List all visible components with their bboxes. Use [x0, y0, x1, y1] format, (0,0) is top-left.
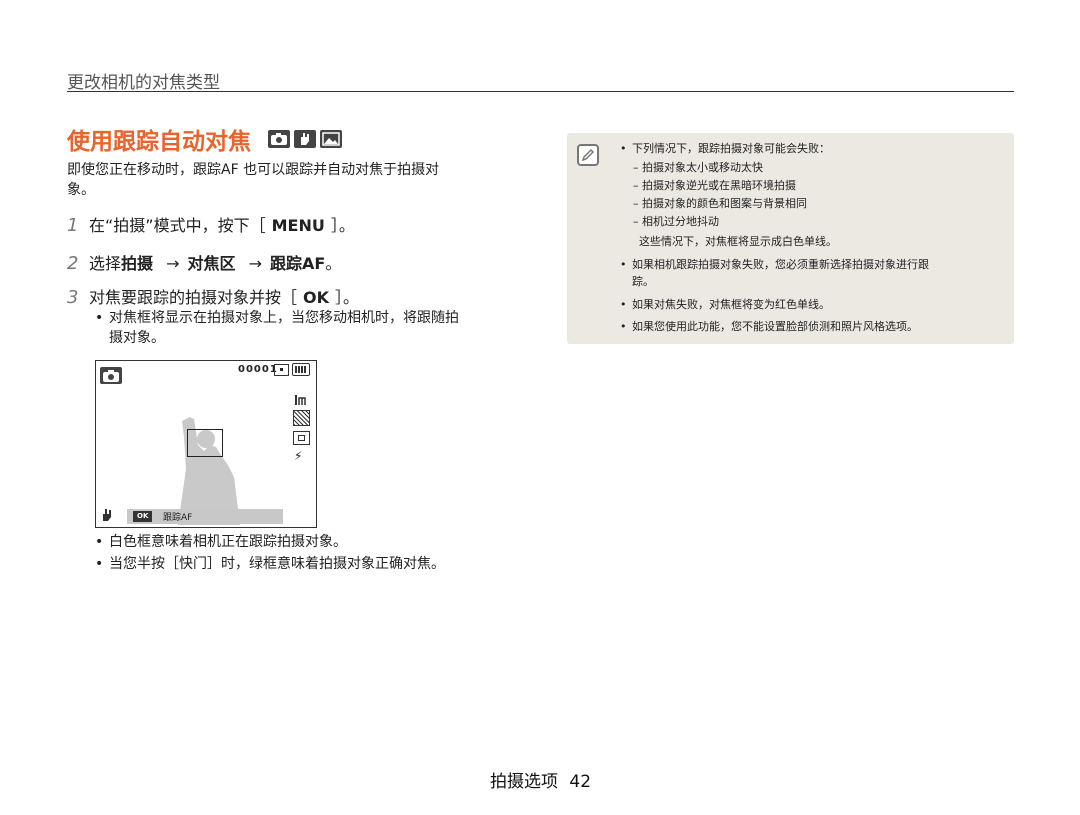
- bullet-line-2: 摄对象。: [109, 330, 165, 346]
- smart-camera-icon: [100, 367, 122, 384]
- step-3-bullet: 对焦框将显示在拍摄对象上，当您移动相机时，将跟随拍 摄对象。: [95, 308, 459, 348]
- note-bullet-2: 如果相机跟踪拍摄对象失败，您必须重新选择拍摄对象进行跟 踪。: [620, 256, 929, 290]
- bracket-close: ］: [330, 216, 339, 235]
- bracket-open: ［: [281, 288, 298, 307]
- footer-section-label: 拍摄选项: [490, 772, 558, 792]
- step-2: 2 选择拍摄 → 对焦区 → 跟踪AF。: [67, 250, 341, 274]
- flash-auto-icon: ⚡: [294, 449, 303, 463]
- bullet-line-1: 对焦框将显示在拍摄对象上，当您移动相机时，将跟随拍: [109, 310, 459, 326]
- shot-counter: 00001: [238, 364, 278, 375]
- arrow: →: [248, 254, 263, 273]
- smart-camera-icon: [268, 130, 290, 148]
- note-dash-item: – 拍摄对象太小或移动太快: [633, 161, 763, 174]
- note-bullet-1: 下列情况下，跟踪拍摄对象可能会失败：: [620, 140, 830, 157]
- menu-focus-area: 对焦区: [187, 254, 236, 273]
- step-1: 1 在“拍摄”模式中，按下［ MENU ］。: [67, 212, 355, 236]
- arrow: →: [166, 254, 180, 273]
- scene-icon: [320, 130, 342, 148]
- memory-icon: ▪: [274, 364, 289, 376]
- step-text: 对焦要跟踪的拍摄对象并按: [89, 288, 282, 307]
- step-text: 选择: [89, 254, 122, 273]
- step-3: 3 对焦要跟踪的拍摄对象并按［ OK ］。: [67, 284, 359, 308]
- page-title: 使用跟踪自动对焦: [67, 129, 251, 155]
- ok-key: OK: [303, 288, 330, 307]
- note-bullet-3: 如果对焦失败，对焦框将变为红色单线。: [620, 296, 830, 313]
- bracket-close: ］: [335, 288, 344, 307]
- battery-icon: [292, 363, 310, 376]
- page-footer: 拍摄选项 42: [490, 767, 591, 792]
- note-bullet-4: 如果您使用此功能，您不能设置脸部侦测和照片风格选项。: [620, 318, 918, 335]
- header-divider: [67, 91, 1014, 92]
- note-after-text: 这些情况下，对焦框将显示成白色单线。: [639, 235, 837, 248]
- tracking-af-label: 跟踪AF: [163, 513, 193, 523]
- tracking-af-bar: OK 跟踪AF: [127, 509, 283, 524]
- camera-screen: 00001 ▪ ⚡ OK 跟踪AF: [95, 360, 317, 528]
- step-text: 在“拍摄”模式中，按下: [89, 216, 250, 235]
- note-dash-item: – 拍摄对象逆光或在黑暗环境拍摄: [633, 179, 796, 192]
- page-number: 42: [569, 772, 592, 792]
- ok-badge: OK: [133, 511, 153, 522]
- note-dash-item: – 相机过分地抖动: [633, 215, 719, 228]
- step-number: 3: [67, 287, 79, 308]
- tracking-frame: [187, 429, 223, 457]
- step-number: 2: [67, 253, 79, 274]
- menu-key: MENU: [271, 216, 325, 235]
- step-end: 。: [343, 288, 360, 307]
- note-pencil-icon: [577, 144, 599, 166]
- metering-icon: [293, 431, 310, 445]
- bottom-bullet-2: 当您半按［快门］时，绿框意味着拍摄对象正确对焦。: [95, 554, 445, 574]
- step-number: 1: [67, 215, 79, 236]
- quality-icon: [293, 410, 310, 426]
- bottom-bullet-1: 白色框意味着相机正在跟踪拍摄对象。: [95, 532, 347, 552]
- intro-line-1: 即使您正在移动时，跟踪AF 也可以跟踪并自动对焦于拍摄对: [67, 162, 440, 178]
- resolution-icon: [294, 391, 306, 405]
- menu-tracking-af: 跟踪AF: [270, 254, 326, 273]
- dual-is-icon: [294, 130, 316, 148]
- bracket-open: ［: [249, 216, 266, 235]
- step-end: 。: [325, 254, 342, 273]
- menu-shooting: 拍摄: [121, 254, 154, 273]
- dual-is-icon: [100, 508, 114, 522]
- step-end: 。: [338, 216, 355, 235]
- note-dash-item: – 拍摄对象的颜色和图案与背景相同: [633, 197, 807, 210]
- section-header: 更改相机的对焦类型: [67, 73, 220, 93]
- intro-line-2: 象。: [67, 182, 95, 198]
